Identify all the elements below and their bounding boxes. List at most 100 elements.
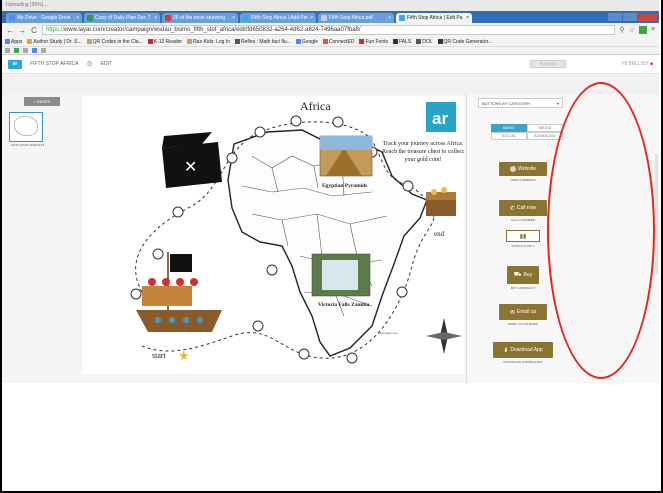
bookmark-item[interactable]: Apps <box>5 39 22 45</box>
pyramids-caption: Egyptian Pyramids <box>322 183 367 189</box>
call-button-item[interactable]: ✆ Call now CALL A NUMBER <box>499 200 547 222</box>
panel-scrollbar[interactable] <box>655 154 658 274</box>
bookmark-icon <box>322 39 328 44</box>
browser-tab[interactable]: Fifth Stop Africa | Add Pin × <box>240 13 316 23</box>
tab-favicon <box>9 15 15 21</box>
poll-button-caption: VOTE IN A POLL <box>511 244 535 248</box>
bookmark-item[interactable]: K-12 Reader <box>147 39 182 45</box>
campaign-name[interactable]: FIFTH STOP AFRICA <box>30 61 78 67</box>
bookmark-item[interactable]: Author Study | Dr. S... <box>27 39 82 45</box>
minimize-button[interactable] <box>608 13 622 21</box>
tab-media[interactable]: MEDIA <box>527 124 563 132</box>
category-select[interactable]: BUTTONS BY CATEGORY ▾ <box>478 98 563 108</box>
extension-icon[interactable] <box>32 48 37 53</box>
extension-icon[interactable] <box>5 48 10 53</box>
gear-icon[interactable]: ⚙ <box>86 60 92 68</box>
url-text: www.layar.com/creator/campaign/wsdau_bsi… <box>64 27 361 33</box>
close-icon[interactable]: × <box>388 15 391 21</box>
bookmark-label: Google <box>301 38 318 45</box>
close-icon[interactable]: × <box>154 15 157 21</box>
url-field[interactable]: https://www.layar.com/creator/campaign/w… <box>42 25 616 35</box>
bookmark-item[interactable]: Fun Fonts <box>359 39 388 45</box>
forward-icon[interactable]: → <box>18 26 26 35</box>
poll-button-item[interactable]: ▮▮ VOTE IN A POLL <box>499 230 547 248</box>
download-app-button-caption: DOWNLOAD A MOBILE APP <box>503 360 543 364</box>
extension-icon[interactable] <box>23 48 28 53</box>
buy-button-caption: BUY A PRODUCT <box>510 286 536 290</box>
bookmark-item[interactable]: Raz-Kids: Log In <box>187 39 230 45</box>
call-button-label: Call now <box>516 205 537 211</box>
svg-text:✕: ✕ <box>184 157 197 176</box>
close-icon[interactable]: × <box>466 15 469 21</box>
instructions-box: Track your journey across Africa. Reach … <box>382 141 464 163</box>
add-pages-button[interactable]: + PAGES <box>24 97 60 106</box>
close-icon[interactable]: × <box>76 15 79 21</box>
star-icon[interactable]: ☆ <box>629 26 635 34</box>
layar-header: ar FIFTH STOP AFRICA ⚙ EDIT PUBLISH Hi B… <box>2 55 659 74</box>
call-button-caption: CALL A NUMBER <box>511 218 535 222</box>
edit-link[interactable]: EDIT <box>101 61 112 67</box>
pirate-ship-icon <box>136 252 222 332</box>
email-button[interactable]: ✉ Email us <box>499 304 547 320</box>
extension-icon[interactable] <box>14 48 19 53</box>
user-menu[interactable]: Hi BELLISY ■ <box>622 61 653 67</box>
start-label: start <box>152 351 167 360</box>
browser-tab[interactable]: Copy of Daily Plan Dec 7 × <box>84 13 160 23</box>
address-toolbar: ← → C https://www.layar.com/creator/camp… <box>2 23 659 37</box>
buy-button-item[interactable]: ⛟ Buy BUY A PRODUCT <box>499 266 547 290</box>
window-controls <box>608 13 659 23</box>
website-button-caption: OPEN A WEBSITE <box>510 178 536 182</box>
close-icon[interactable]: × <box>232 15 235 21</box>
user-label: Hi BELLISY <box>622 61 649 67</box>
reload-icon[interactable]: C <box>30 26 38 35</box>
africa-map-artwork: Africa ar ✕ Egyptian Pyramids Track your… <box>130 99 464 364</box>
download-app-button-item[interactable]: ⬇ Download App DOWNLOAD A MOBILE APP <box>493 342 553 364</box>
maximize-button[interactable] <box>623 13 637 21</box>
bookmark-label: QR Codes in the Cla... <box>92 38 143 45</box>
window-close-button[interactable] <box>638 13 658 21</box>
menu-icon[interactable]: ≡ <box>651 26 655 34</box>
browser-tab[interactable]: My Drive - Google Drive × <box>6 13 82 23</box>
bookmark-label: Raz-Kids: Log In <box>193 38 231 45</box>
bookmark-icon <box>187 39 193 44</box>
bookmark-item[interactable]: Google <box>295 38 318 45</box>
extension-icon[interactable] <box>41 48 46 53</box>
browser-tab-active[interactable]: Fifth Stop Africa | Edit Pa × <box>396 13 472 23</box>
website-button-item[interactable]: Website OPEN A WEBSITE <box>499 162 547 182</box>
page-thumbnail[interactable] <box>9 112 43 142</box>
bookmark-item[interactable]: ConnectED <box>322 39 354 45</box>
tab-label: Fifth Stop Africa | Add Pin <box>251 15 308 21</box>
email-button-item[interactable]: ✉ Email us SEND YOU AN EMAIL <box>499 304 547 326</box>
browser-tab[interactable]: Fifth Stop Africa.pdf × <box>318 13 394 23</box>
tab-basic[interactable]: BASIC <box>491 124 527 132</box>
page-canvas[interactable]: Africa ar ✕ Egyptian Pyramids Track your… <box>82 96 464 374</box>
tab-label: Fifth Stop Africa.pdf <box>329 15 373 21</box>
upload-status: Uploading (99%)... <box>2 0 659 11</box>
website-button[interactable]: Website <box>499 162 547 176</box>
url-scheme: https:// <box>46 27 65 33</box>
tab-social[interactable]: SOCIAL <box>491 132 527 140</box>
extension-icon[interactable] <box>638 26 647 34</box>
close-icon[interactable]: × <box>310 15 313 21</box>
call-button[interactable]: ✆ Call now <box>499 200 547 216</box>
bookmark-label: QR Code Generator... <box>443 38 493 45</box>
back-icon[interactable]: ← <box>6 26 14 35</box>
publish-button[interactable]: PUBLISH <box>530 60 567 68</box>
tab-favicon <box>321 15 327 21</box>
layar-logo[interactable]: ar <box>8 59 22 69</box>
tab-favicon <box>87 15 93 21</box>
bookmark-label: Apps <box>11 38 23 45</box>
poll-button[interactable]: ▮▮ <box>506 230 540 242</box>
bookmark-item[interactable]: FALS <box>393 39 411 45</box>
buy-button[interactable]: ⛟ Buy <box>507 266 539 284</box>
bookmark-item[interactable]: Reflex : Math fact flu... <box>235 39 291 45</box>
zoom-icon[interactable]: ⚲ <box>619 26 624 34</box>
bookmark-icon <box>5 39 10 44</box>
download-app-button[interactable]: ⬇ Download App <box>493 342 553 358</box>
bookmark-item[interactable]: DOL <box>416 39 433 45</box>
bookmark-item[interactable]: QR Codes in the Cla... <box>86 38 143 45</box>
bookmark-icon <box>147 39 153 44</box>
browser-tab[interactable]: 26 of the most stunning × <box>162 13 238 23</box>
website-button-label: Website <box>518 166 536 172</box>
bookmark-item[interactable]: QR Code Generator... <box>437 38 493 45</box>
